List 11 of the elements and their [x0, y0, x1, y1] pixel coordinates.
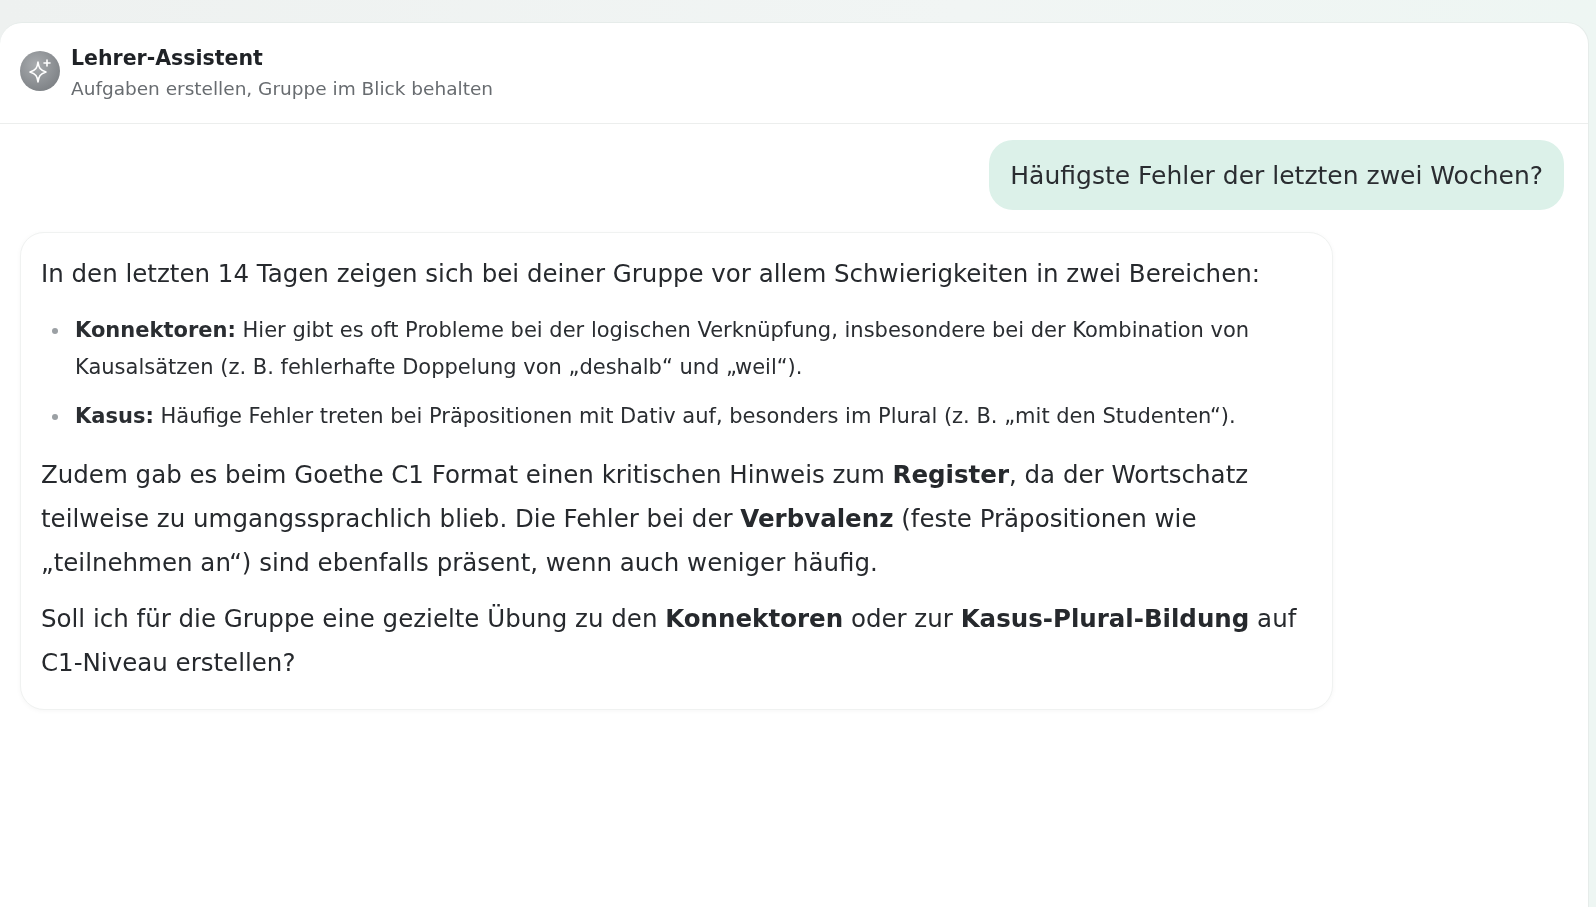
message-paragraph: Zudem gab es beim Goethe C1 Format einen kritischen Hinweis zum Register, da der Wortschatz teilweise zu umgangssprachlich blieb. Die Fehler bei der Verbvalenz (feste Präpositionen wie „teilnehmen an“) sind ebenfalls präsent, wenn auch weniger häufig. — [41, 459, 1250, 579]
assistant-title: Lehrer-Assistent — [71, 45, 264, 71]
list-item-text: Kasus: Häufige Fehler treten bei Präpositionen mit Dativ auf, besonders im Plural (z. B. „mit den Studenten“). — [75, 403, 1236, 430]
sparkle-icon — [20, 51, 60, 91]
user-message: Häufigste Fehler der letzten zwei Wochen? — [989, 140, 1564, 210]
list-item-text: Konnektoren: Hier gibt es oft Probleme bei der logischen Verknüpfung, insbesondere bei der Kombination von Kausalsätzen (z. B. fehlerhafte Doppelung von „deshalb“ und „weil“). — [75, 317, 1251, 381]
message-paragraph: Soll ich für die Gruppe eine gezielte Übung zu den Konnektoren oder zur Kasus-Plural-Bildung auf C1-Niveau erstellen? — [41, 603, 1298, 679]
bullet-icon — [52, 327, 58, 334]
message-paragraph: In den letzten 14 Tagen zeigen sich bei deiner Gruppe vor allem Schwierigkeiten in zwei Bereichen: — [41, 258, 1261, 290]
bullet-icon — [52, 413, 58, 420]
assistant-subtitle: Aufgaben erstellen, Gruppe im Blick behalten — [71, 77, 493, 101]
